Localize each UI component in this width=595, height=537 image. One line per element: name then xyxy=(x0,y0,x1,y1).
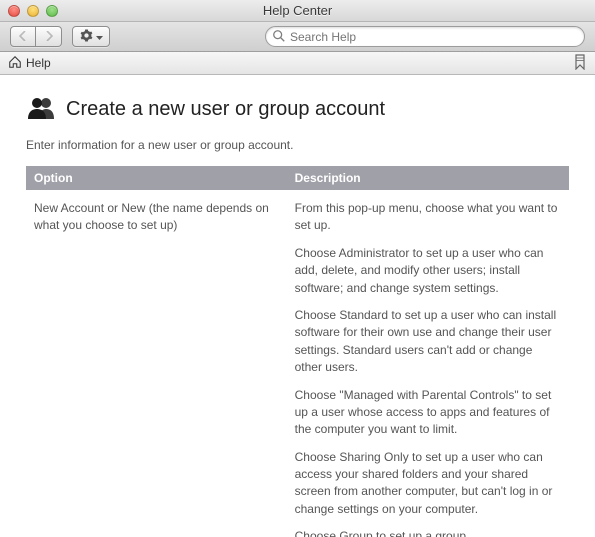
back-button[interactable] xyxy=(10,26,36,47)
home-icon xyxy=(8,55,22,72)
window-title: Help Center xyxy=(0,3,595,18)
forward-button[interactable] xyxy=(36,26,62,47)
close-button[interactable] xyxy=(8,5,20,17)
zoom-button[interactable] xyxy=(46,5,58,17)
breadcrumb-bar: Help xyxy=(0,52,595,75)
description-paragraph: Choose Administrator to set up a user wh… xyxy=(295,245,561,297)
description-paragraph: Choose "Managed with Parental Controls" … xyxy=(295,387,561,439)
cell-description: From this pop-up menu, choose what you w… xyxy=(287,190,569,537)
col-header-description: Description xyxy=(287,166,569,190)
breadcrumb-label: Help xyxy=(26,56,51,70)
cell-option: New Account or New (the name depends on … xyxy=(26,190,287,537)
search-icon xyxy=(272,29,286,43)
nav-group xyxy=(10,26,62,47)
titlebar: Help Center xyxy=(0,0,595,22)
description-paragraph: Choose Sharing Only to set up a user who… xyxy=(295,449,561,519)
breadcrumb[interactable]: Help xyxy=(8,55,51,72)
chevron-down-icon xyxy=(96,30,103,44)
page-header: Create a new user or group account xyxy=(26,97,569,122)
table-header-row: Option Description xyxy=(26,166,569,190)
search-field-wrap xyxy=(265,26,585,47)
action-menu-button[interactable] xyxy=(72,26,110,47)
content: Create a new user or group account Enter… xyxy=(0,75,595,537)
table-row: New Account or New (the name depends on … xyxy=(26,190,569,537)
search-input[interactable] xyxy=(265,26,585,47)
gear-icon xyxy=(80,29,93,45)
col-header-option: Option xyxy=(26,166,287,190)
chevron-right-icon xyxy=(44,30,54,44)
minimize-button[interactable] xyxy=(27,5,39,17)
content-scroll[interactable]: Create a new user or group account Enter… xyxy=(0,75,595,537)
page-title: Create a new user or group account xyxy=(66,98,385,121)
description-paragraph: Choose Group to set up a group. xyxy=(295,528,561,537)
toolbar xyxy=(0,22,595,52)
chevron-left-icon xyxy=(18,30,28,44)
description-paragraph: Choose Standard to set up a user who can… xyxy=(295,307,561,377)
bookmark-icon[interactable] xyxy=(573,54,587,73)
description-paragraph: From this pop-up menu, choose what you w… xyxy=(295,200,561,235)
page-intro: Enter information for a new user or grou… xyxy=(26,138,569,152)
options-table: Option Description New Account or New (t… xyxy=(26,166,569,537)
window-controls xyxy=(0,5,58,17)
people-icon xyxy=(26,97,56,122)
